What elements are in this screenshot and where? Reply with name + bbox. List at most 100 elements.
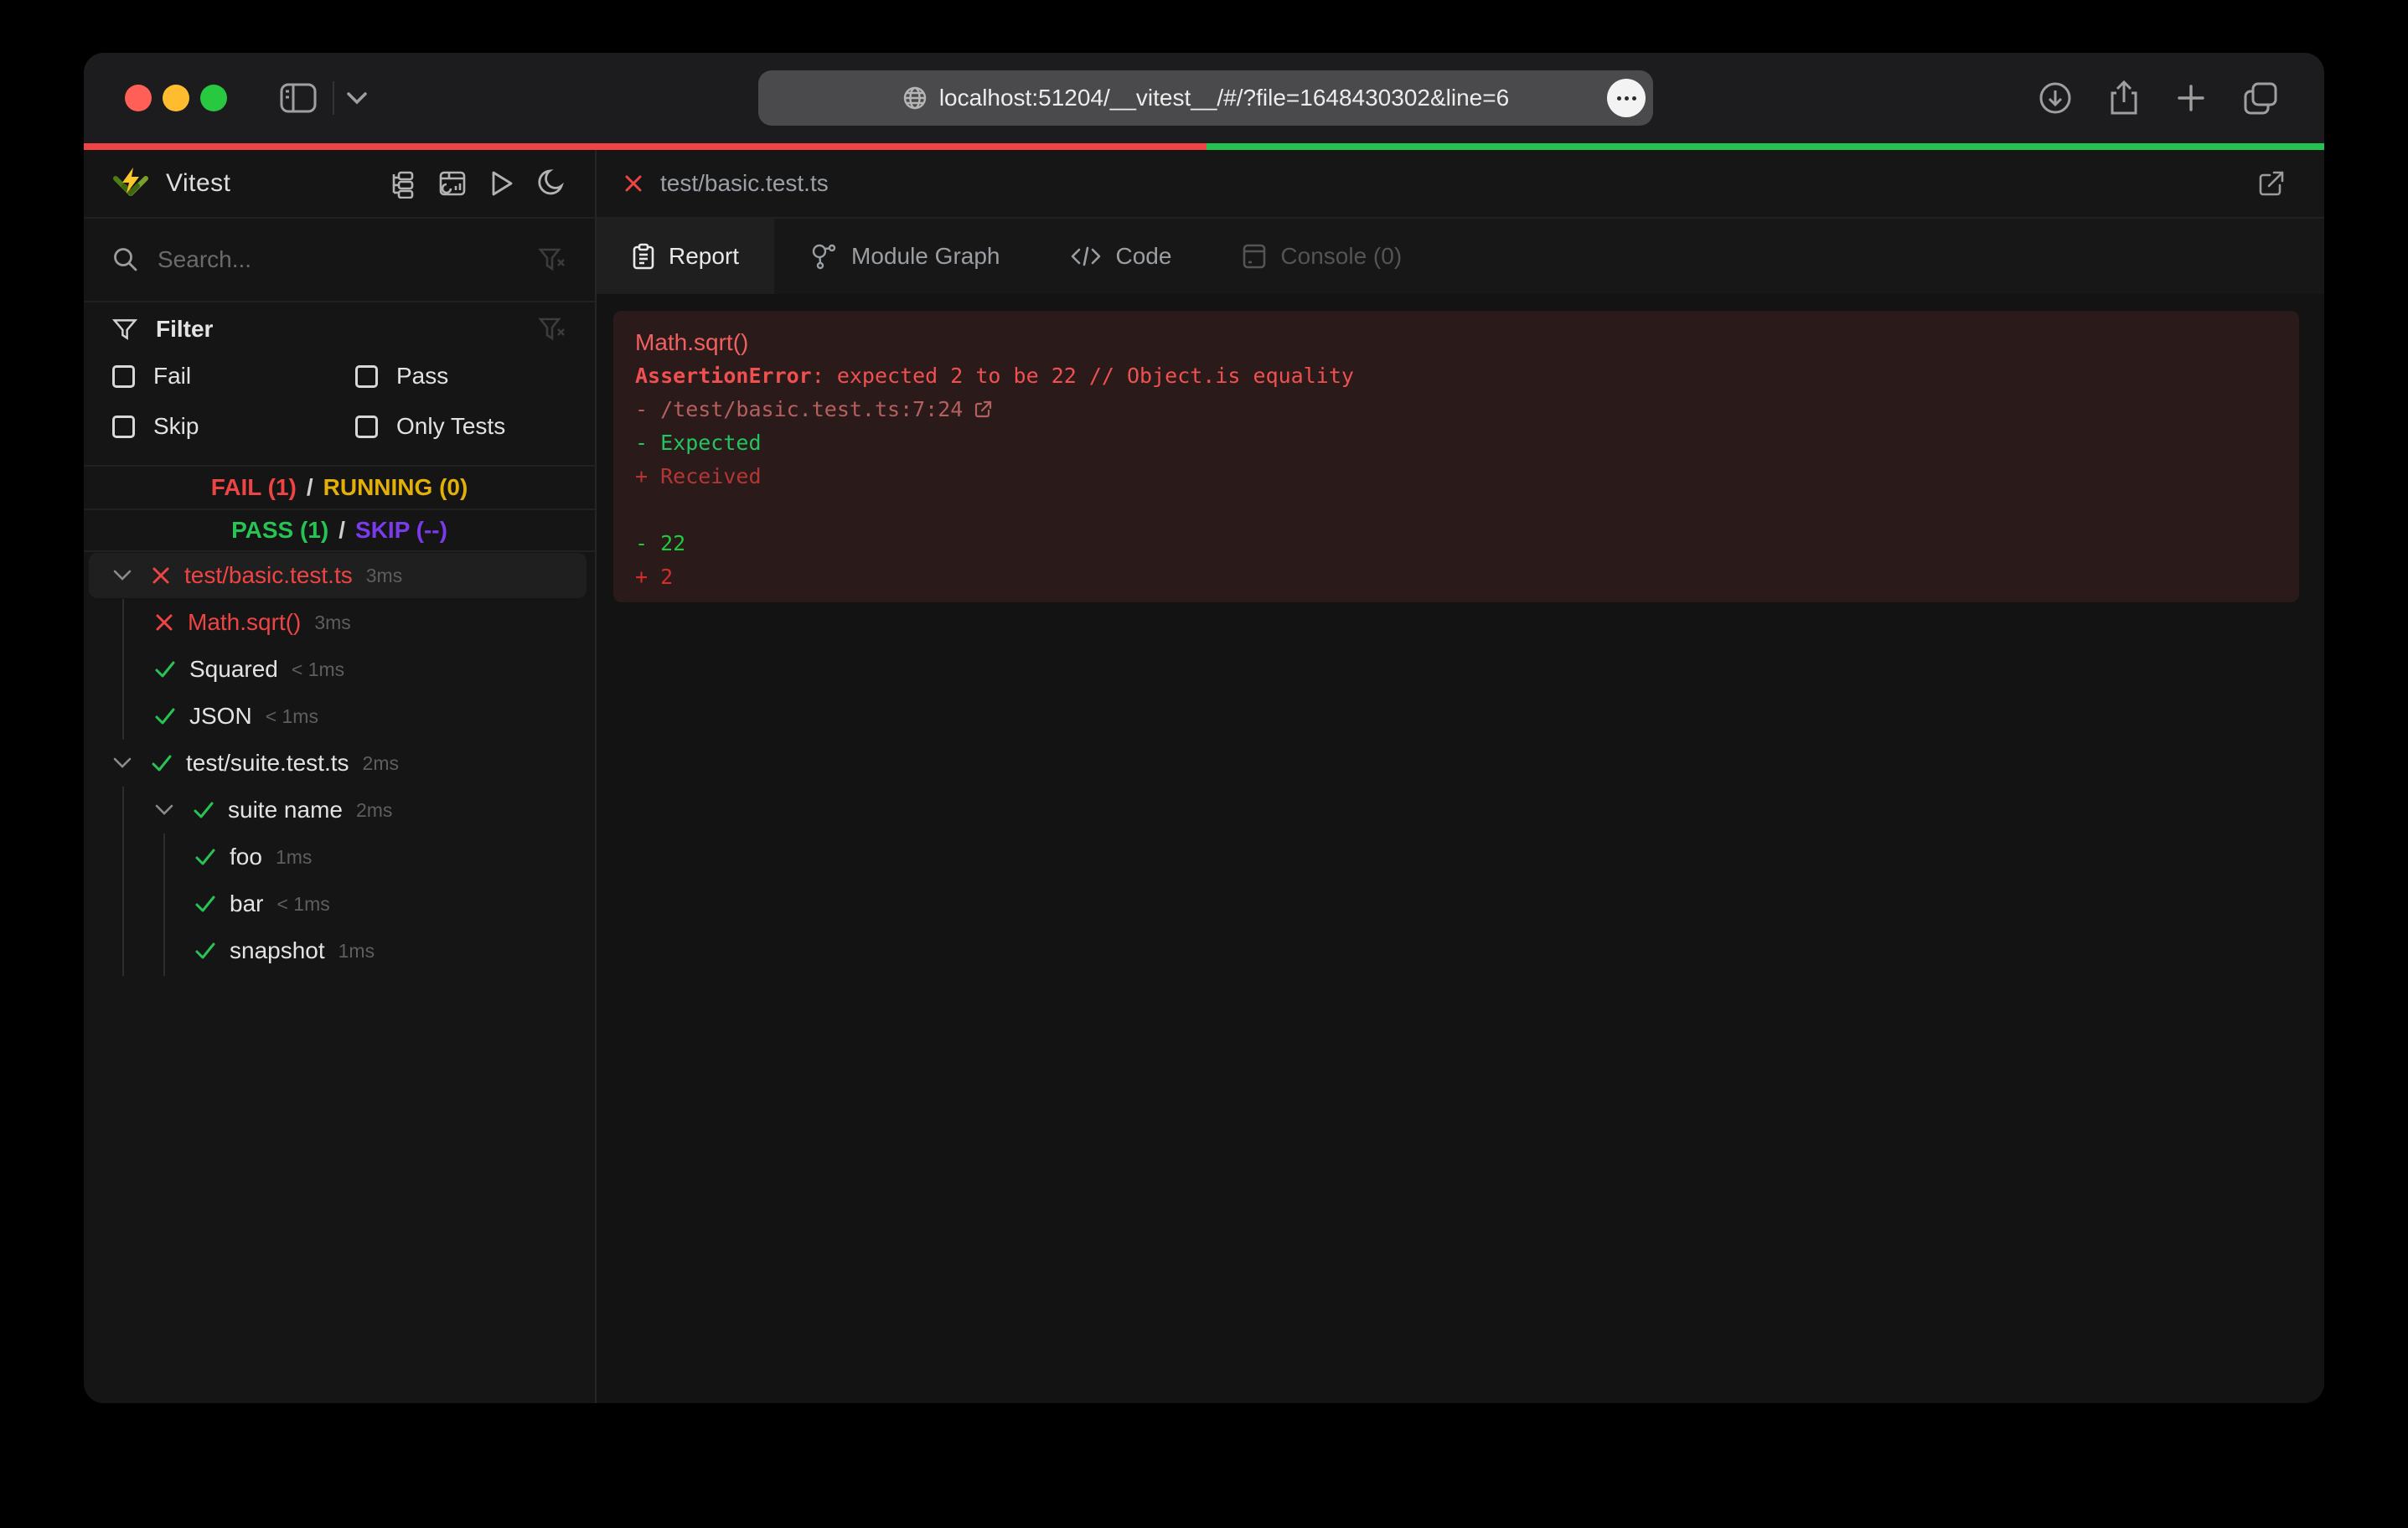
summary-skip: SKIP (--) (355, 517, 447, 544)
browser-sidebar-icon[interactable] (279, 82, 318, 114)
duration: 2ms (363, 752, 399, 775)
file-header: test/basic.test.ts (597, 150, 2324, 219)
tree-row-file-basic[interactable]: test/basic.test.ts 3ms (84, 552, 595, 599)
diff-received-label: + Received (635, 460, 2277, 493)
browser-window: localhost:51204/__vitest__/#/?file=16484… (84, 53, 2324, 1403)
downloads-icon[interactable] (2038, 80, 2073, 116)
tab-module-graph[interactable]: Module Graph (774, 219, 1035, 294)
checkbox-only-tests[interactable] (355, 416, 378, 438)
pass-icon (194, 847, 216, 867)
sidebar: Vitest (84, 150, 597, 1403)
tree-row-test-json[interactable]: JSON < 1ms (84, 693, 595, 740)
filter-section: Filter Fail Pass (84, 302, 595, 440)
chevron-down-icon[interactable] (112, 569, 132, 582)
report-content: Math.sqrt() AssertionError: expected 2 t… (597, 294, 2324, 1403)
tab-bar: Report Module Graph (597, 219, 2324, 294)
chevron-down-icon[interactable] (112, 756, 132, 770)
search-row (84, 219, 595, 302)
toolbar-actions (2038, 80, 2279, 116)
progress-fail-segment (84, 143, 1207, 150)
diff-expected-value: - 22 (635, 527, 2277, 560)
diff-received-value: + 2 (635, 560, 2277, 594)
open-location-icon[interactable] (973, 400, 993, 420)
filter-option-pass[interactable]: Pass (355, 363, 566, 390)
filter-title: Filter (156, 316, 213, 343)
tree-row-test-squared[interactable]: Squared < 1ms (84, 646, 595, 693)
tree-row-test-mathsqrt[interactable]: Math.sqrt() 3ms (84, 599, 595, 646)
error-report-panel: Math.sqrt() AssertionError: expected 2 t… (613, 311, 2299, 602)
tab-code[interactable]: Code (1035, 219, 1207, 294)
main-panel: test/basic.test.ts Rep (597, 150, 2324, 1403)
collapse-tests-icon[interactable] (387, 168, 417, 199)
checkbox-skip[interactable] (112, 416, 135, 438)
search-input[interactable] (158, 246, 519, 273)
duration: < 1ms (276, 893, 329, 916)
tree-row-suite-name[interactable]: suite name 2ms (84, 787, 595, 834)
pass-icon (151, 753, 173, 773)
duration: 3ms (314, 612, 350, 634)
chevron-down-icon[interactable] (346, 91, 368, 105)
clipboard-icon (632, 243, 655, 270)
summary-row-2: PASS (1) / SKIP (--) (84, 508, 595, 550)
filter-option-skip[interactable]: Skip (112, 413, 355, 440)
console-icon (1242, 243, 1267, 270)
code-icon (1070, 245, 1102, 268)
clear-filter-icon[interactable] (538, 316, 566, 343)
filter-icon (112, 317, 137, 342)
dark-mode-icon[interactable] (536, 168, 566, 199)
address-bar[interactable]: localhost:51204/__vitest__/#/?file=16484… (758, 70, 1653, 126)
toolbar-divider (333, 81, 334, 115)
run-all-icon[interactable] (488, 168, 516, 199)
duration: < 1ms (266, 705, 318, 728)
checkbox-fail[interactable] (112, 365, 135, 388)
module-graph-icon (809, 242, 838, 271)
duration: < 1ms (292, 658, 344, 681)
tab-report[interactable]: Report (597, 219, 774, 294)
close-window-button[interactable] (125, 85, 152, 111)
tree-row-test-snapshot[interactable]: snapshot 1ms (84, 927, 595, 974)
filter-option-fail[interactable]: Fail (112, 363, 355, 390)
clear-search-icon[interactable] (538, 246, 566, 273)
fail-icon (154, 612, 174, 632)
dashboard-icon[interactable] (437, 168, 468, 199)
filter-option-only-tests[interactable]: Only Tests (355, 413, 566, 440)
zoom-window-button[interactable] (200, 85, 227, 111)
url-text: localhost:51204/__vitest__/#/?file=16484… (939, 85, 1509, 111)
minimize-window-button[interactable] (163, 85, 189, 111)
tree-row-file-suite[interactable]: test/suite.test.ts 2ms (84, 740, 595, 787)
summary-row-1: FAIL (1) / RUNNING (0) (84, 467, 595, 508)
tree-row-test-foo[interactable]: foo 1ms (84, 834, 595, 880)
error-name: AssertionError (635, 364, 812, 388)
progress-pass-segment (1207, 143, 2324, 150)
summary-pass: PASS (1) (231, 517, 328, 544)
failed-test-name: Math.sqrt() (635, 326, 2277, 359)
blank-line (635, 493, 2277, 527)
new-tab-icon[interactable] (2175, 82, 2207, 114)
tab-overview-icon[interactable] (2242, 80, 2279, 116)
test-progress-bar (84, 143, 2324, 150)
pass-icon (154, 659, 176, 679)
diff-expected-label: - Expected (635, 426, 2277, 460)
file-header-title: test/basic.test.ts (660, 170, 829, 197)
tab-console[interactable]: Console (0) (1207, 219, 1437, 294)
fail-icon (623, 173, 643, 194)
sidebar-header: Vitest (84, 150, 595, 219)
error-location-line[interactable]: - /test/basic.test.ts:7:24 (635, 393, 2277, 426)
share-icon[interactable] (2108, 80, 2140, 116)
error-message-line: AssertionError: expected 2 to be 22 // O… (635, 359, 2277, 393)
duration: 2ms (356, 799, 392, 822)
page-settings-button[interactable] (1607, 79, 1646, 117)
pass-icon (154, 706, 176, 726)
chevron-down-icon[interactable] (154, 803, 174, 817)
search-icon (112, 246, 139, 273)
tree-row-test-bar[interactable]: bar < 1ms (84, 880, 595, 927)
pass-icon (194, 894, 216, 914)
error-message: : expected 2 to be 22 // Object.is equal… (812, 364, 1354, 388)
browser-toolbar: localhost:51204/__vitest__/#/?file=16484… (84, 53, 2324, 143)
app-title: Vitest (166, 169, 231, 198)
checkbox-pass[interactable] (355, 365, 378, 388)
fail-icon (151, 565, 171, 586)
open-in-editor-icon[interactable] (2257, 169, 2286, 198)
duration: 1ms (276, 846, 312, 869)
pass-icon (194, 941, 216, 961)
